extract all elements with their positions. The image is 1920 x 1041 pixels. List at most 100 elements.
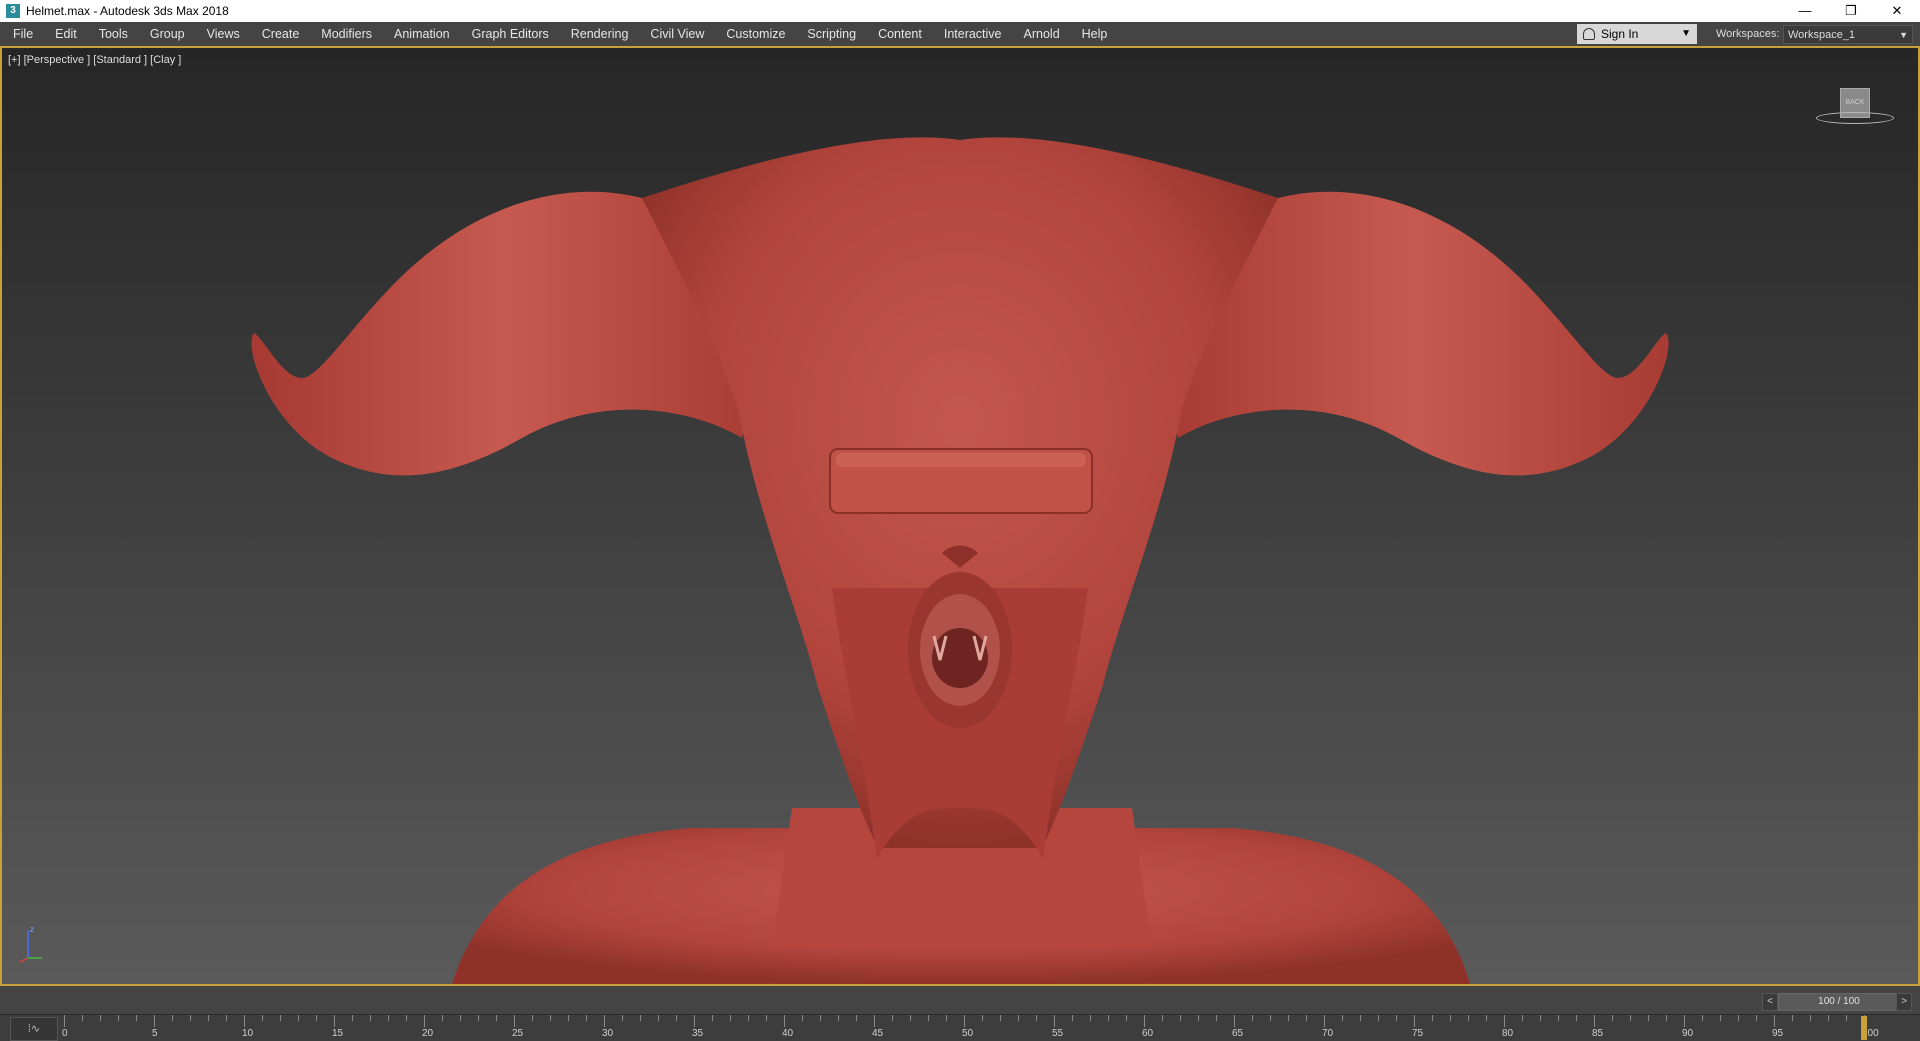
perspective-viewport[interactable]: [+] [Perspective ] [Standard ] [Clay ] B… (0, 46, 1920, 986)
ruler-tick (892, 1015, 893, 1021)
viewcube[interactable]: BACK (1816, 88, 1894, 138)
demon-helmet-model (251, 137, 1669, 984)
ruler-tick (442, 1015, 443, 1021)
menu-civil-view[interactable]: Civil View (639, 22, 715, 46)
sign-in-label: Sign In (1601, 27, 1639, 41)
menu-group[interactable]: Group (139, 22, 196, 46)
viewport-label[interactable]: [+] [Perspective ] [Standard ] [Clay ] (8, 54, 181, 66)
chevron-down-icon: ▼ (1899, 30, 1908, 40)
trackbar[interactable]: ⁞∿ 0 5 10 15 20 25 30 35 40 45 50 55 60 65 70 75 80 85 90 9… (0, 1014, 1920, 1041)
previous-frame-button[interactable]: < (1762, 993, 1778, 1011)
viewcube-compass-ring[interactable] (1816, 112, 1894, 124)
ruler-tick-label: 65 (1232, 1028, 1244, 1039)
chevron-down-icon: ▼ (1681, 28, 1691, 39)
menu-scripting[interactable]: Scripting (796, 22, 867, 46)
ruler-tick (1594, 1015, 1595, 1027)
ruler-tick (1306, 1015, 1307, 1021)
ruler-tick (694, 1015, 695, 1027)
menu-views[interactable]: Views (196, 22, 251, 46)
ruler-tick-label: 50 (962, 1028, 974, 1039)
ruler-tick (1720, 1015, 1721, 1021)
ruler-tick (64, 1015, 65, 1027)
ruler-tick (1540, 1015, 1541, 1021)
menu-customize[interactable]: Customize (715, 22, 796, 46)
ruler-tick (766, 1015, 767, 1021)
menu-edit[interactable]: Edit (44, 22, 88, 46)
menu-tools[interactable]: Tools (88, 22, 139, 46)
ruler-tick (1432, 1015, 1433, 1021)
ruler-tick-label: 10 (242, 1028, 254, 1039)
ruler-tick (838, 1015, 839, 1021)
svg-text:z: z (30, 925, 34, 934)
menu-create[interactable]: Create (251, 22, 311, 46)
ruler-tick-label: 40 (782, 1028, 794, 1039)
ruler-tick (568, 1015, 569, 1021)
ruler-tick (1504, 1015, 1505, 1027)
ruler-tick (1612, 1015, 1613, 1021)
ruler-tick-label: 15 (332, 1028, 344, 1039)
ruler-tick (802, 1015, 803, 1021)
menu-interactive[interactable]: Interactive (933, 22, 1013, 46)
ruler-tick (1414, 1015, 1415, 1027)
menu-rendering[interactable]: Rendering (560, 22, 640, 46)
ruler-tick (1378, 1015, 1379, 1021)
curve-editor-icon[interactable]: ⁞∿ (10, 1017, 58, 1041)
close-button[interactable]: ✕ (1874, 0, 1920, 22)
menu-graph-editors[interactable]: Graph Editors (461, 22, 560, 46)
ruler-tick (406, 1015, 407, 1021)
menu-help[interactable]: Help (1071, 22, 1119, 46)
ruler-tick (1648, 1015, 1649, 1021)
ruler-tick (334, 1015, 335, 1027)
ruler-tick (262, 1015, 263, 1021)
ruler-tick (496, 1015, 497, 1021)
ruler-tick (100, 1015, 101, 1021)
ruler-tick-label: 90 (1682, 1028, 1694, 1039)
ruler-tick (298, 1015, 299, 1021)
ruler-tick (1846, 1015, 1847, 1021)
ruler-tick (154, 1015, 155, 1027)
ruler-tick-label: 70 (1322, 1028, 1334, 1039)
ruler-tick (1288, 1015, 1289, 1021)
ruler-tick (748, 1015, 749, 1021)
ruler-tick (1144, 1015, 1145, 1027)
ruler-tick-label: 45 (872, 1028, 884, 1039)
ruler-tick (1792, 1015, 1793, 1021)
menu-file[interactable]: File (0, 22, 44, 46)
ruler-tick (1018, 1015, 1019, 1021)
menu-modifiers[interactable]: Modifiers (310, 22, 383, 46)
ruler-tick (1756, 1015, 1757, 1021)
ruler-tick (1216, 1015, 1217, 1021)
ruler-tick-label: 0 (62, 1028, 68, 1039)
window-controls: — ❐ ✕ (1782, 0, 1920, 22)
menu-animation[interactable]: Animation (383, 22, 461, 46)
ruler-tick (676, 1015, 677, 1021)
ruler-tick (1054, 1015, 1055, 1027)
axis-gizmo-icon: z (19, 925, 42, 963)
ruler-tick (1360, 1015, 1361, 1021)
ruler-tick (784, 1015, 785, 1027)
ruler-tick (1702, 1015, 1703, 1021)
ruler-tick (118, 1015, 119, 1021)
menu-arnold[interactable]: Arnold (1013, 22, 1071, 46)
ruler-tick (658, 1015, 659, 1021)
next-frame-button[interactable]: > (1896, 993, 1912, 1011)
ruler-tick (1324, 1015, 1325, 1027)
ruler-tick (532, 1015, 533, 1021)
time-slider[interactable]: < 100 / 100 > (1762, 993, 1912, 1011)
sign-in-button[interactable]: Sign In ▼ (1577, 24, 1697, 44)
ruler-tick-label: 35 (692, 1028, 704, 1039)
ruler-tick (1630, 1015, 1631, 1021)
workspace-select[interactable]: Workspace_1 ▼ (1783, 25, 1913, 44)
frame-ruler[interactable]: 0 5 10 15 20 25 30 35 40 45 50 55 60 65 70 75 80 85 90 95 10… (62, 1015, 1879, 1041)
ruler-tick (550, 1015, 551, 1021)
restore-button[interactable]: ❐ (1828, 0, 1874, 22)
current-frame-marker[interactable] (1861, 1016, 1867, 1040)
menu-content[interactable]: Content (867, 22, 933, 46)
minimize-button[interactable]: — (1782, 0, 1828, 22)
frame-display[interactable]: 100 / 100 (1778, 993, 1900, 1011)
ruler-tick (1666, 1015, 1667, 1021)
ruler-tick (1522, 1015, 1523, 1021)
ruler-tick-label: 30 (602, 1028, 614, 1039)
ruler-tick (1036, 1015, 1037, 1021)
ruler-tick (1270, 1015, 1271, 1021)
